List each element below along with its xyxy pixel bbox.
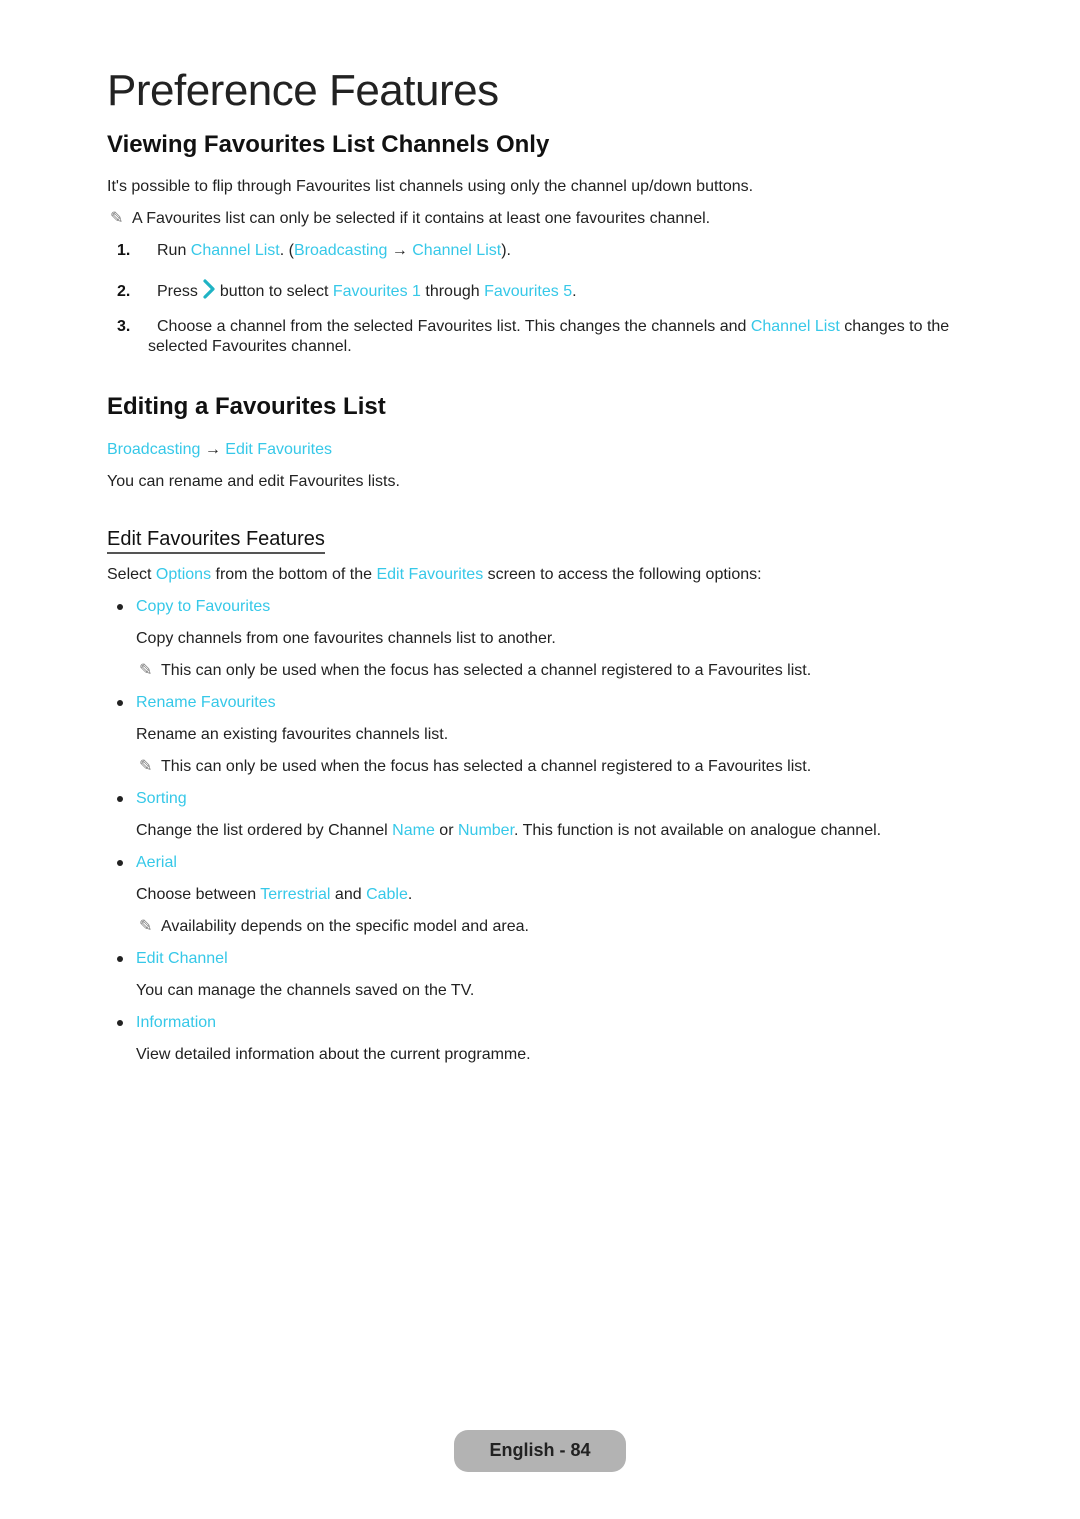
section-heading-viewing-favourites: Viewing Favourites List Channels Only — [107, 131, 550, 158]
text: . This function is not available on anal… — [514, 822, 882, 839]
step-number: 2. — [117, 283, 131, 300]
note-text: This can only be used when the focus has… — [161, 662, 812, 679]
option-description: Rename an existing favourites channels l… — [136, 726, 449, 743]
option-edit-channel[interactable]: Edit Channel — [136, 949, 228, 969]
step-text: . ( — [279, 242, 294, 259]
page-number-badge: English - 84 — [454, 1430, 626, 1472]
option-description: Choose between Terrestrial and Cable. — [136, 885, 412, 905]
text: screen to access the following options: — [483, 566, 762, 583]
options-intro: Select Options from the bottom of the Ed… — [107, 565, 762, 585]
step-number: 3. — [117, 318, 131, 335]
step-3: 3. Choose a channel from the selected Fav… — [117, 317, 949, 337]
link-favourites-1[interactable]: Favourites 1 — [333, 283, 421, 300]
step-text: ). — [501, 242, 511, 259]
link-channel-list[interactable]: Channel List — [751, 318, 840, 335]
link-edit-favourites[interactable]: Edit Favourites — [376, 566, 483, 583]
option-description: View detailed information about the curr… — [136, 1046, 531, 1063]
intro-text: It's possible to flip through Favourites… — [107, 178, 754, 195]
note-text: A Favourites list can only be selected i… — [132, 210, 711, 227]
option-description: You can manage the channels saved on the… — [136, 982, 475, 999]
step-text: button to select — [219, 283, 333, 300]
note: ✎ This can only be used when the focus ha… — [139, 661, 811, 681]
link-favourites-5[interactable]: Favourites 5 — [484, 283, 572, 300]
step-1: 1. Run Channel List. (Broadcasting → Chan… — [117, 241, 511, 261]
note-text: This can only be used when the focus has… — [161, 758, 812, 775]
arrow: → — [200, 441, 226, 458]
note: ✎ This can only be used when the focus ha… — [139, 757, 811, 777]
step-text: changes to the — [839, 318, 950, 335]
step-number: 1. — [117, 242, 131, 259]
link-cable[interactable]: Cable — [366, 886, 408, 903]
link-broadcasting[interactable]: Broadcasting — [107, 441, 200, 458]
step-3-continued: selected Favourites channel. — [148, 338, 352, 355]
step-text: Press — [157, 283, 198, 300]
text: from the bottom of the — [211, 566, 377, 583]
link-broadcasting[interactable]: Broadcasting — [294, 242, 387, 259]
link-options[interactable]: Options — [156, 566, 211, 583]
link-channel-list[interactable]: Channel List — [191, 242, 280, 259]
option-description: Change the list ordered by Channel Name … — [136, 821, 881, 841]
link-terrestrial[interactable]: Terrestrial — [260, 886, 330, 903]
note-text: Availability depends on the specific mod… — [161, 918, 529, 935]
option-copy-to-favourites[interactable]: Copy to Favourites — [136, 597, 270, 617]
note-pencil-icon: ✎ — [139, 662, 153, 679]
note-pencil-icon: ✎ — [139, 918, 153, 935]
text: Select — [107, 566, 156, 583]
text: Change the list ordered by Channel — [136, 822, 393, 839]
chevron-right-icon — [202, 279, 216, 305]
note: ✎ A Favourites list can only be selected … — [110, 209, 710, 229]
arrow: → — [387, 242, 413, 259]
bullet — [117, 1020, 123, 1026]
text: or — [434, 822, 458, 839]
text: Choose between — [136, 886, 261, 903]
link-edit-favourites[interactable]: Edit Favourites — [225, 441, 332, 458]
link-name[interactable]: Name — [392, 822, 435, 839]
menu-path: Broadcasting → Edit Favourites — [107, 440, 332, 460]
subsection-heading: Edit Favourites Features — [107, 527, 325, 554]
link-channel-list[interactable]: Channel List — [412, 242, 501, 259]
option-aerial[interactable]: Aerial — [136, 853, 177, 873]
bullet — [117, 796, 123, 802]
bullet — [117, 860, 123, 866]
note-pencil-icon: ✎ — [110, 210, 124, 227]
step-text: Choose a channel from the selected Favou… — [157, 318, 751, 335]
bullet — [117, 700, 123, 706]
option-rename-favourites[interactable]: Rename Favourites — [136, 693, 276, 713]
link-number[interactable]: Number — [458, 822, 514, 839]
bullet — [117, 604, 123, 610]
text: and — [330, 886, 367, 903]
note: ✎ Availability depends on the specific mo… — [139, 917, 529, 937]
step-text: through — [420, 283, 485, 300]
note-pencil-icon: ✎ — [139, 758, 153, 775]
section-description: You can rename and edit Favourites lists… — [107, 473, 400, 490]
option-sorting[interactable]: Sorting — [136, 789, 187, 809]
step-text: . — [572, 283, 577, 300]
step-2: 2. Press button to select Favourites 1 thr… — [117, 279, 577, 305]
option-description: Copy channels from one favourites channe… — [136, 630, 556, 647]
page-title: Preference Features — [107, 66, 499, 115]
bullet — [117, 956, 123, 962]
section-heading-editing-favourites: Editing a Favourites List — [107, 393, 386, 420]
option-information[interactable]: Information — [136, 1013, 216, 1033]
text: . — [407, 886, 413, 903]
step-text: Run — [157, 242, 191, 259]
